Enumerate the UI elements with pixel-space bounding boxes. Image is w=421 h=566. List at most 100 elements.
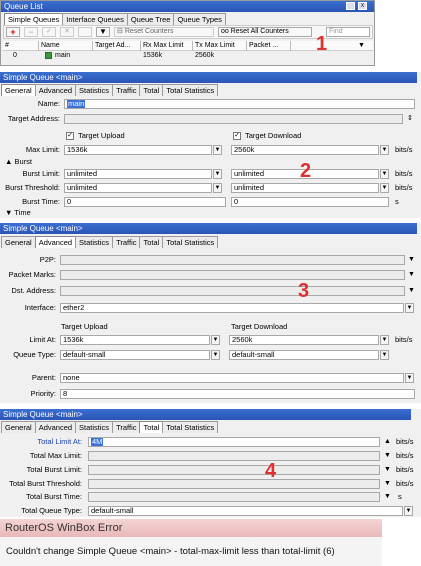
maximize-icon[interactable] <box>346 2 355 10</box>
find-input[interactable]: Find <box>326 27 370 37</box>
col-rx-max-limit[interactable]: Rx Max Limit <box>141 41 193 51</box>
queue-type-down-field[interactable]: default-small <box>229 350 379 360</box>
queue-type-down-dropdown-icon[interactable]: ▼ <box>380 350 389 360</box>
tab-advanced[interactable]: Advanced <box>34 236 77 248</box>
tab-statistics[interactable]: Statistics <box>75 84 114 96</box>
tab-total-statistics[interactable]: Total Statistics <box>162 84 219 96</box>
target-download-checkbox[interactable]: ✓ <box>233 132 241 140</box>
tab-total-statistics[interactable]: Total Statistics <box>162 236 219 248</box>
tab-general[interactable]: General <box>1 236 36 248</box>
total-burst-time-field[interactable] <box>88 492 380 502</box>
burst-section-toggle[interactable]: ▲ Burst <box>5 157 32 167</box>
burst-threshold-up-field[interactable]: unlimited <box>64 183 212 193</box>
enable-icon[interactable]: ✓ <box>42 27 56 37</box>
burst-limit-up-dropdown-icon[interactable]: ▼ <box>213 169 222 179</box>
max-limit-up-dropdown-icon[interactable]: ▼ <box>213 145 222 155</box>
packet-marks-dropdown-icon[interactable]: ▼ <box>408 270 415 280</box>
target-download-label: Target Download <box>245 131 302 140</box>
max-limit-down-dropdown-icon[interactable]: ▼ <box>380 145 389 155</box>
parent-dropdown-icon[interactable]: ▼ <box>405 373 414 383</box>
queue-type-up-field[interactable]: default-small <box>60 350 210 360</box>
col-packet[interactable]: Packet ... <box>247 41 291 51</box>
tab-queue-types[interactable]: Queue Types <box>173 13 226 25</box>
limit-at-down-field[interactable]: 2560k <box>229 335 379 345</box>
tab-traffic[interactable]: Traffic <box>112 236 141 248</box>
target-upload-checkbox[interactable]: ✓ <box>66 132 74 140</box>
total-limit-at-field[interactable]: 4M <box>88 437 380 447</box>
tab-traffic[interactable]: Traffic <box>112 421 141 433</box>
total-queue-type-field[interactable]: default-small <box>88 506 403 516</box>
interface-field[interactable]: ether2 <box>60 303 404 313</box>
packet-marks-field[interactable] <box>60 270 405 280</box>
burst-limit-up-field[interactable]: unlimited <box>64 169 212 179</box>
burst-threshold-up-dropdown-icon[interactable]: ▼ <box>213 183 222 193</box>
tab-total[interactable]: Total <box>139 421 164 433</box>
row-rx: 1536k <box>143 52 163 59</box>
total-max-limit-dropdown-icon[interactable]: ▼ <box>384 451 391 461</box>
total-burst-threshold-field[interactable] <box>88 479 380 489</box>
general-title: Simple Queue <main> <box>3 73 83 82</box>
tab-total[interactable]: Total <box>139 84 164 96</box>
total-queue-type-dropdown-icon[interactable]: ▼ <box>404 506 413 516</box>
annotation-2: 2 <box>300 160 312 182</box>
total-limit-at-up-icon[interactable]: ▲ <box>384 437 391 447</box>
total-max-limit-field[interactable] <box>88 451 380 461</box>
total-burst-time-unit: s <box>398 492 402 501</box>
interface-dropdown-icon[interactable]: ▼ <box>405 303 414 313</box>
max-limit-up-field[interactable]: 1536k <box>64 145 212 155</box>
tab-statistics[interactable]: Statistics <box>75 236 114 248</box>
queue-type-up-dropdown-icon[interactable]: ▼ <box>211 350 220 360</box>
parent-field[interactable]: none <box>60 373 404 383</box>
disable-icon[interactable]: ✕ <box>60 27 74 37</box>
reset-counters-button[interactable]: ⊟ Reset Counters <box>114 27 214 37</box>
target-address-field[interactable] <box>64 114 403 124</box>
tab-traffic[interactable]: Traffic <box>112 84 141 96</box>
burst-time-up-field[interactable]: 0 <box>64 197 226 207</box>
tab-general[interactable]: General <box>1 84 36 96</box>
dst-address-field[interactable] <box>60 286 405 296</box>
target-address-updown-icon[interactable]: ⇕ <box>407 114 413 124</box>
tab-total[interactable]: Total <box>139 236 164 248</box>
tab-simple-queues[interactable]: Simple Queues <box>4 13 64 25</box>
target-download-header: Target Download <box>231 322 288 331</box>
tab-statistics[interactable]: Statistics <box>75 421 114 433</box>
remove-icon[interactable]: − <box>24 27 38 37</box>
time-section-toggle[interactable]: ▼ Time <box>5 208 31 218</box>
burst-threshold-label: Burst Threshold: <box>5 183 60 192</box>
total-burst-time-dropdown-icon[interactable]: ▼ <box>384 492 391 502</box>
p2p-dropdown-icon[interactable]: ▼ <box>408 255 415 265</box>
total-burst-limit-dropdown-icon[interactable]: ▼ <box>384 465 391 475</box>
advanced-titlebar: Simple Queue <main> <box>0 223 417 234</box>
col-target[interactable]: Target Ad... <box>93 41 141 51</box>
max-limit-down-field[interactable]: 2560k <box>231 145 379 155</box>
name-field[interactable]: main <box>64 99 415 109</box>
col-tx-max-limit[interactable]: Tx Max Limit <box>193 41 247 51</box>
limit-at-up-field[interactable]: 1536k <box>60 335 210 345</box>
filter-icon[interactable]: ▼ <box>96 27 110 37</box>
tab-advanced[interactable]: Advanced <box>34 84 77 96</box>
comment-icon[interactable] <box>78 27 92 37</box>
burst-time-down-field[interactable]: 0 <box>231 197 389 207</box>
total-burst-threshold-dropdown-icon[interactable]: ▼ <box>384 479 391 489</box>
tab-advanced[interactable]: Advanced <box>34 421 77 433</box>
dst-address-dropdown-icon[interactable]: ▼ <box>408 286 415 296</box>
limit-at-down-dropdown-icon[interactable]: ▼ <box>380 335 389 345</box>
tab-general[interactable]: General <box>1 421 36 433</box>
burst-limit-down-dropdown-icon[interactable]: ▼ <box>380 169 389 179</box>
tab-total-statistics[interactable]: Total Statistics <box>162 421 219 433</box>
col-name[interactable]: Name <box>39 41 93 51</box>
total-limit-at-value: 4M <box>91 437 104 446</box>
tab-queue-tree[interactable]: Queue Tree <box>126 13 175 25</box>
burst-threshold-down-dropdown-icon[interactable]: ▼ <box>380 183 389 193</box>
col-num[interactable]: # <box>3 41 39 51</box>
add-icon[interactable]: + <box>6 27 20 37</box>
priority-field[interactable]: 8 <box>60 389 415 399</box>
columns-dropdown-icon[interactable]: ▼ <box>358 41 365 51</box>
reset-all-counters-button[interactable]: oo Reset All Counters <box>218 27 312 37</box>
p2p-field[interactable] <box>60 255 405 265</box>
total-burst-limit-field[interactable] <box>88 465 380 475</box>
limit-at-up-dropdown-icon[interactable]: ▼ <box>211 335 220 345</box>
close-icon[interactable]: x <box>358 2 367 10</box>
tab-interface-queues[interactable]: Interface Queues <box>62 13 128 25</box>
burst-threshold-down-field[interactable]: unlimited <box>231 183 379 193</box>
